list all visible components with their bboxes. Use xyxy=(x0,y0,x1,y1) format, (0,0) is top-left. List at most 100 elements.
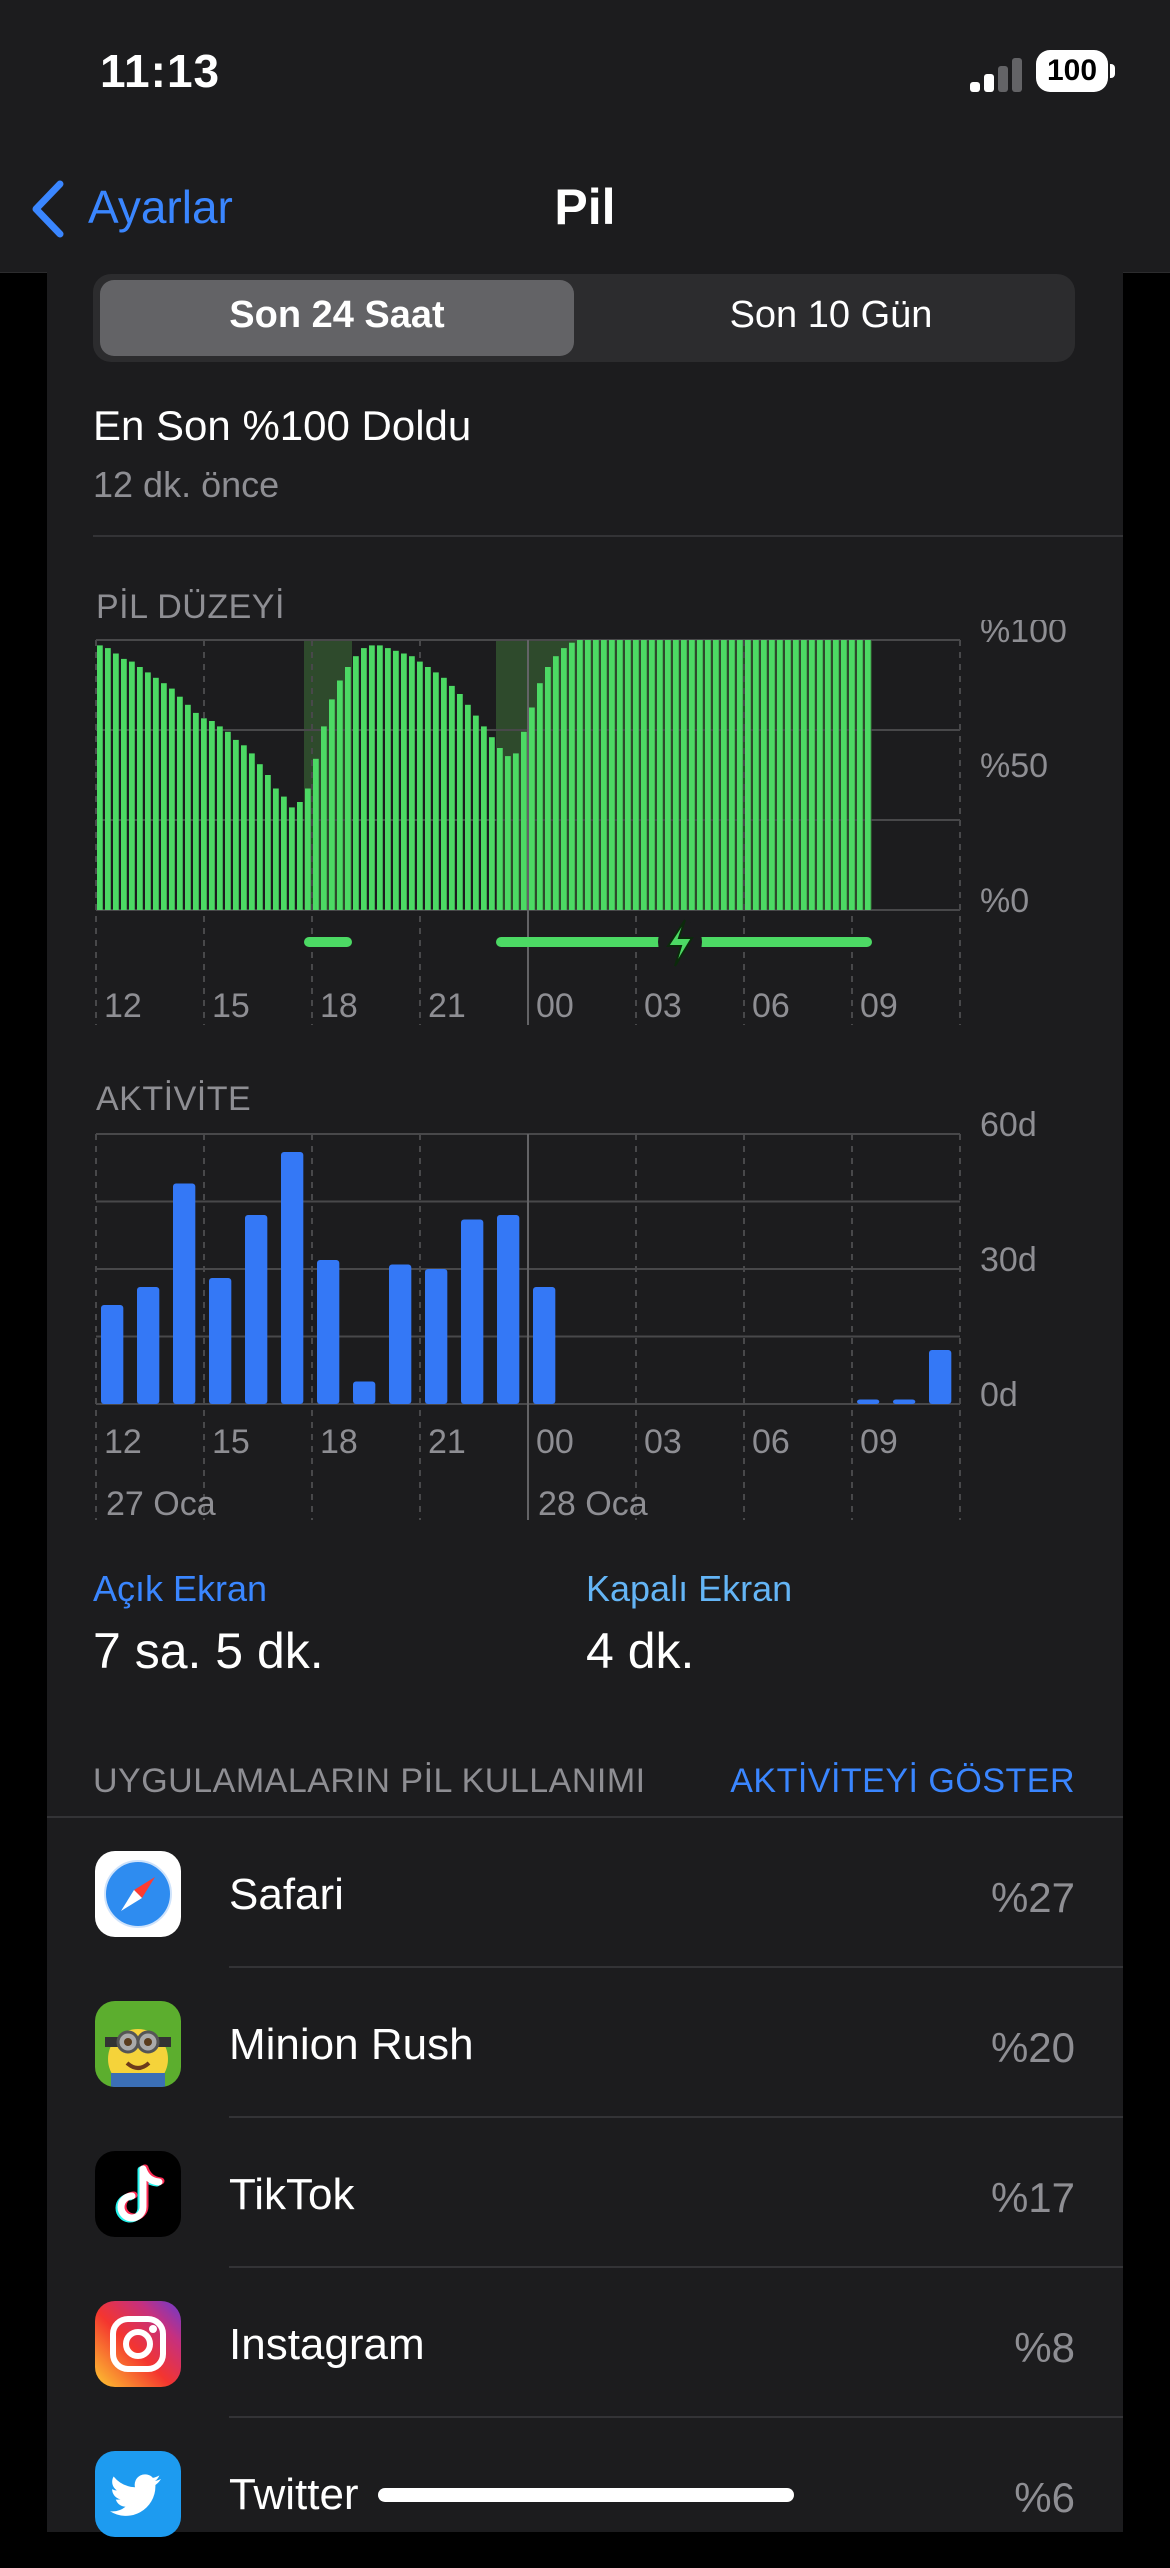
battery-level-chart: %100 %50 %0 12 15 18 21 00 03 06 09 xyxy=(95,620,1067,1025)
activity-bar xyxy=(101,1305,124,1404)
show-activity-button[interactable]: AKTİVİTEYİ GÖSTER xyxy=(730,1762,1075,1801)
battery-bar xyxy=(209,721,215,910)
battery-bar xyxy=(713,640,719,910)
battery-bar xyxy=(593,640,599,910)
activity-x-label: 09 xyxy=(860,1423,898,1461)
battery-bar xyxy=(529,707,535,910)
battery-bar xyxy=(137,667,143,910)
battery-bar xyxy=(473,715,479,910)
battery-bar xyxy=(481,726,487,910)
activity-bar xyxy=(425,1269,448,1404)
battery-bar xyxy=(121,658,127,910)
battery-bar xyxy=(585,640,591,910)
battery-bar xyxy=(769,640,775,910)
app-percent: %27 xyxy=(990,1874,1075,1921)
battery-bar xyxy=(729,640,735,910)
battery-bar xyxy=(273,788,279,910)
activity-bar xyxy=(461,1219,484,1404)
battery-bar xyxy=(345,667,351,910)
battery-bar xyxy=(601,640,607,910)
battery-bar xyxy=(825,640,831,910)
battery-bar xyxy=(697,640,703,910)
battery-bar xyxy=(489,737,495,910)
battery-bar xyxy=(289,807,295,910)
battery-bar xyxy=(241,745,247,910)
instagram-icon xyxy=(95,2301,181,2387)
activity-chart: 60d 30d 0d 12 15 18 21 00 03 06 09 27 Oca 28 Oc… xyxy=(95,1110,1037,1523)
battery-bar xyxy=(169,688,175,910)
battery-bar xyxy=(457,694,463,910)
battery-bar xyxy=(249,753,255,910)
battery-bar xyxy=(721,640,727,910)
activity-bar xyxy=(209,1278,232,1404)
activity-bar xyxy=(173,1183,196,1404)
app-name: Safari xyxy=(229,1870,344,1919)
segment-last-10-days[interactable]: Son 10 Gün xyxy=(594,294,1068,337)
battery-bar xyxy=(673,640,679,910)
battery-bar xyxy=(689,640,695,910)
activity-y-label-30: 30d xyxy=(980,1241,1037,1279)
battery-bar xyxy=(425,667,431,910)
signal-icon xyxy=(970,56,1022,92)
battery-bar xyxy=(433,672,439,910)
battery-bar xyxy=(633,640,639,910)
battery-y-label-100: %100 xyxy=(980,620,1067,650)
activity-bar xyxy=(893,1399,916,1404)
minion-rush-icon xyxy=(95,2001,181,2087)
battery-bar xyxy=(385,648,391,910)
home-indicator[interactable] xyxy=(378,2488,794,2502)
battery-bar xyxy=(857,640,863,910)
app-row-tiktok[interactable]: TikTok %17 xyxy=(47,2118,1123,2268)
app-row-minion-rush[interactable]: Minion Rush %20 xyxy=(47,1968,1123,2118)
battery-bar xyxy=(705,640,711,910)
activity-bar xyxy=(929,1350,952,1404)
battery-bar xyxy=(417,661,423,910)
battery-bar xyxy=(161,683,167,910)
activity-x-label: 03 xyxy=(644,1423,682,1461)
battery-bar xyxy=(817,640,823,910)
battery-bar xyxy=(505,756,511,910)
battery-bar xyxy=(369,645,375,910)
battery-bar xyxy=(105,648,111,910)
battery-bar xyxy=(409,656,415,910)
activity-x-label: 21 xyxy=(428,1423,466,1461)
screen-on-value: 7 sa. 5 dk. xyxy=(93,1623,324,1679)
battery-bar xyxy=(849,640,855,910)
app-percent: %6 xyxy=(1014,2474,1075,2521)
battery-x-label: 06 xyxy=(752,987,790,1025)
app-percent: %20 xyxy=(990,2024,1075,2071)
app-percent: %8 xyxy=(1014,2324,1075,2371)
battery-bar xyxy=(233,739,239,910)
app-row-instagram[interactable]: Instagram %8 xyxy=(47,2268,1123,2418)
battery-bar xyxy=(257,764,263,910)
battery-x-label: 00 xyxy=(536,987,574,1025)
activity-x-label: 12 xyxy=(104,1423,142,1461)
battery-bar xyxy=(313,758,319,910)
safari-icon xyxy=(95,1851,181,1937)
battery-x-label: 21 xyxy=(428,987,466,1025)
activity-bar xyxy=(533,1287,556,1404)
battery-bar xyxy=(353,656,359,910)
battery-icon: 100 xyxy=(1036,50,1108,92)
battery-bar xyxy=(401,653,407,910)
activity-bar xyxy=(281,1152,304,1404)
app-row-safari[interactable]: Safari %27 xyxy=(47,1818,1123,1968)
battery-x-label: 03 xyxy=(644,987,682,1025)
activity-y-label-60: 60d xyxy=(980,1110,1037,1144)
date-label-jan-28: 28 Oca xyxy=(538,1485,648,1523)
battery-bar xyxy=(793,640,799,910)
battery-bar xyxy=(521,731,527,910)
activity-x-label: 18 xyxy=(320,1423,358,1461)
battery-x-label: 12 xyxy=(104,987,142,1025)
battery-bar xyxy=(201,718,207,910)
battery-bar xyxy=(761,640,767,910)
page-title: Pil xyxy=(554,179,616,235)
app-name: Minion Rush xyxy=(229,2020,474,2069)
segment-last-24-hours[interactable]: Son 24 Saat xyxy=(100,294,574,337)
battery-bar xyxy=(145,672,151,910)
activity-bar xyxy=(353,1381,376,1404)
tiktok-icon xyxy=(95,2151,181,2237)
last-charged-time: 12 dk. önce xyxy=(93,464,280,505)
battery-bar xyxy=(305,788,311,910)
battery-bar xyxy=(329,699,335,910)
